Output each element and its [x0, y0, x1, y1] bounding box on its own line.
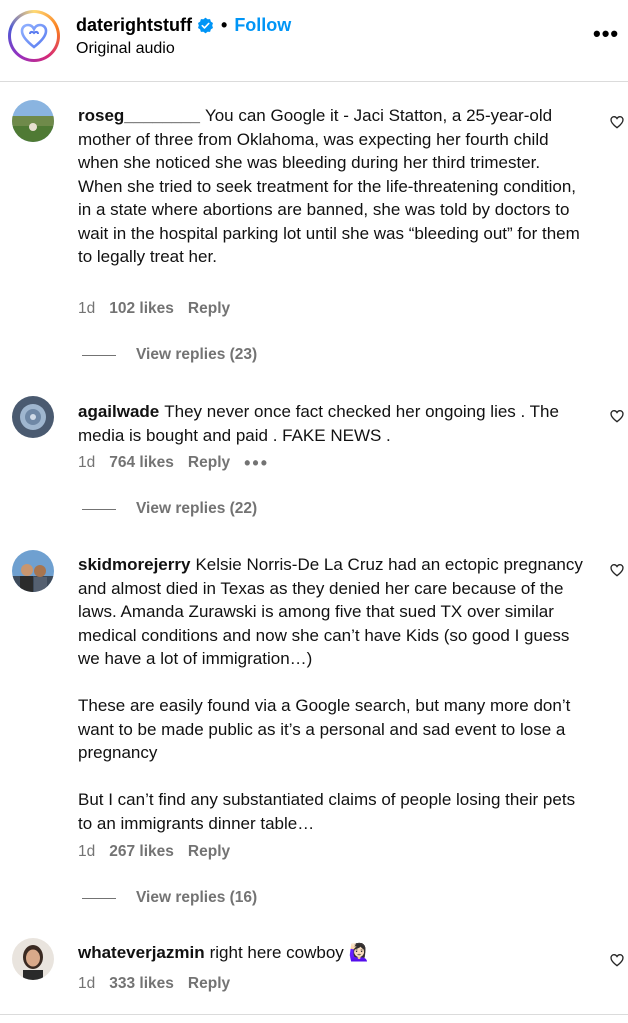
heart-outline-icon[interactable]: [609, 408, 625, 424]
comment-text: You can Google it - Jaci Statton, a 25-y…: [78, 106, 580, 266]
more-horizontal-icon[interactable]: •••: [244, 454, 269, 472]
heart-outline-icon[interactable]: [609, 952, 625, 968]
divider-line: [82, 508, 116, 510]
comment-meta: 1d 764 likes Reply •••: [78, 454, 283, 472]
reply-button[interactable]: Reply: [188, 454, 230, 472]
comment-time: 1d: [78, 843, 96, 860]
original-audio-label[interactable]: Original audio: [76, 40, 175, 58]
comment-username[interactable]: skidmorejerry: [78, 555, 190, 574]
view-replies-label: View replies (23): [136, 346, 258, 363]
comment-text: Kelsie Norris-De La Cruz had an ectopic …: [78, 555, 583, 833]
comment-username[interactable]: agailwade: [78, 402, 159, 421]
view-replies-label: View replies (22): [136, 500, 258, 517]
comment-meta: 1d 267 likes Reply: [78, 843, 244, 861]
heart-outline-icon[interactable]: [609, 562, 625, 578]
reply-button[interactable]: Reply: [188, 975, 230, 993]
divider: [0, 1014, 628, 1015]
divider-line: [82, 897, 116, 899]
comment-time: 1d: [78, 300, 96, 317]
more-options-icon[interactable]: •••: [593, 23, 619, 45]
comment-meta: 1d 102 likes Reply: [78, 300, 244, 318]
view-replies-button[interactable]: View replies (23): [82, 346, 257, 364]
comment-time: 1d: [78, 454, 96, 471]
header-username-line: daterightstuff • Follow: [76, 14, 291, 36]
avatar[interactable]: [12, 550, 54, 592]
comment-time: 1d: [78, 975, 96, 992]
profile-avatar[interactable]: [8, 10, 60, 62]
comment-likes[interactable]: 333 likes: [109, 975, 174, 993]
comment-username[interactable]: whateverjazmin: [78, 943, 205, 962]
reply-button[interactable]: Reply: [188, 843, 230, 861]
header-username[interactable]: daterightstuff: [76, 14, 192, 36]
view-replies-label: View replies (16): [136, 889, 258, 906]
heart-logo-icon: [20, 23, 48, 49]
comment-likes[interactable]: 102 likes: [109, 300, 174, 318]
follow-button[interactable]: Follow: [234, 14, 291, 36]
post-header: daterightstuff • Follow Original audio •…: [0, 0, 628, 82]
comment-likes[interactable]: 764 likes: [109, 454, 174, 472]
comment-likes[interactable]: 267 likes: [109, 843, 174, 861]
avatar[interactable]: [12, 100, 54, 142]
avatar[interactable]: [12, 938, 54, 980]
comment-meta: 1d 333 likes Reply: [78, 975, 244, 993]
view-replies-button[interactable]: View replies (16): [82, 889, 257, 907]
verified-badge-icon: [198, 17, 213, 33]
separator-dot: •: [221, 15, 228, 35]
avatar[interactable]: [12, 396, 54, 438]
heart-outline-icon[interactable]: [609, 114, 625, 130]
reply-button[interactable]: Reply: [188, 300, 230, 318]
divider-line: [82, 354, 116, 356]
comment-username[interactable]: roseg________: [78, 106, 200, 125]
comment-text: right here cowboy 🙋🏻‍♀️: [209, 943, 370, 962]
view-replies-button[interactable]: View replies (22): [82, 500, 257, 518]
